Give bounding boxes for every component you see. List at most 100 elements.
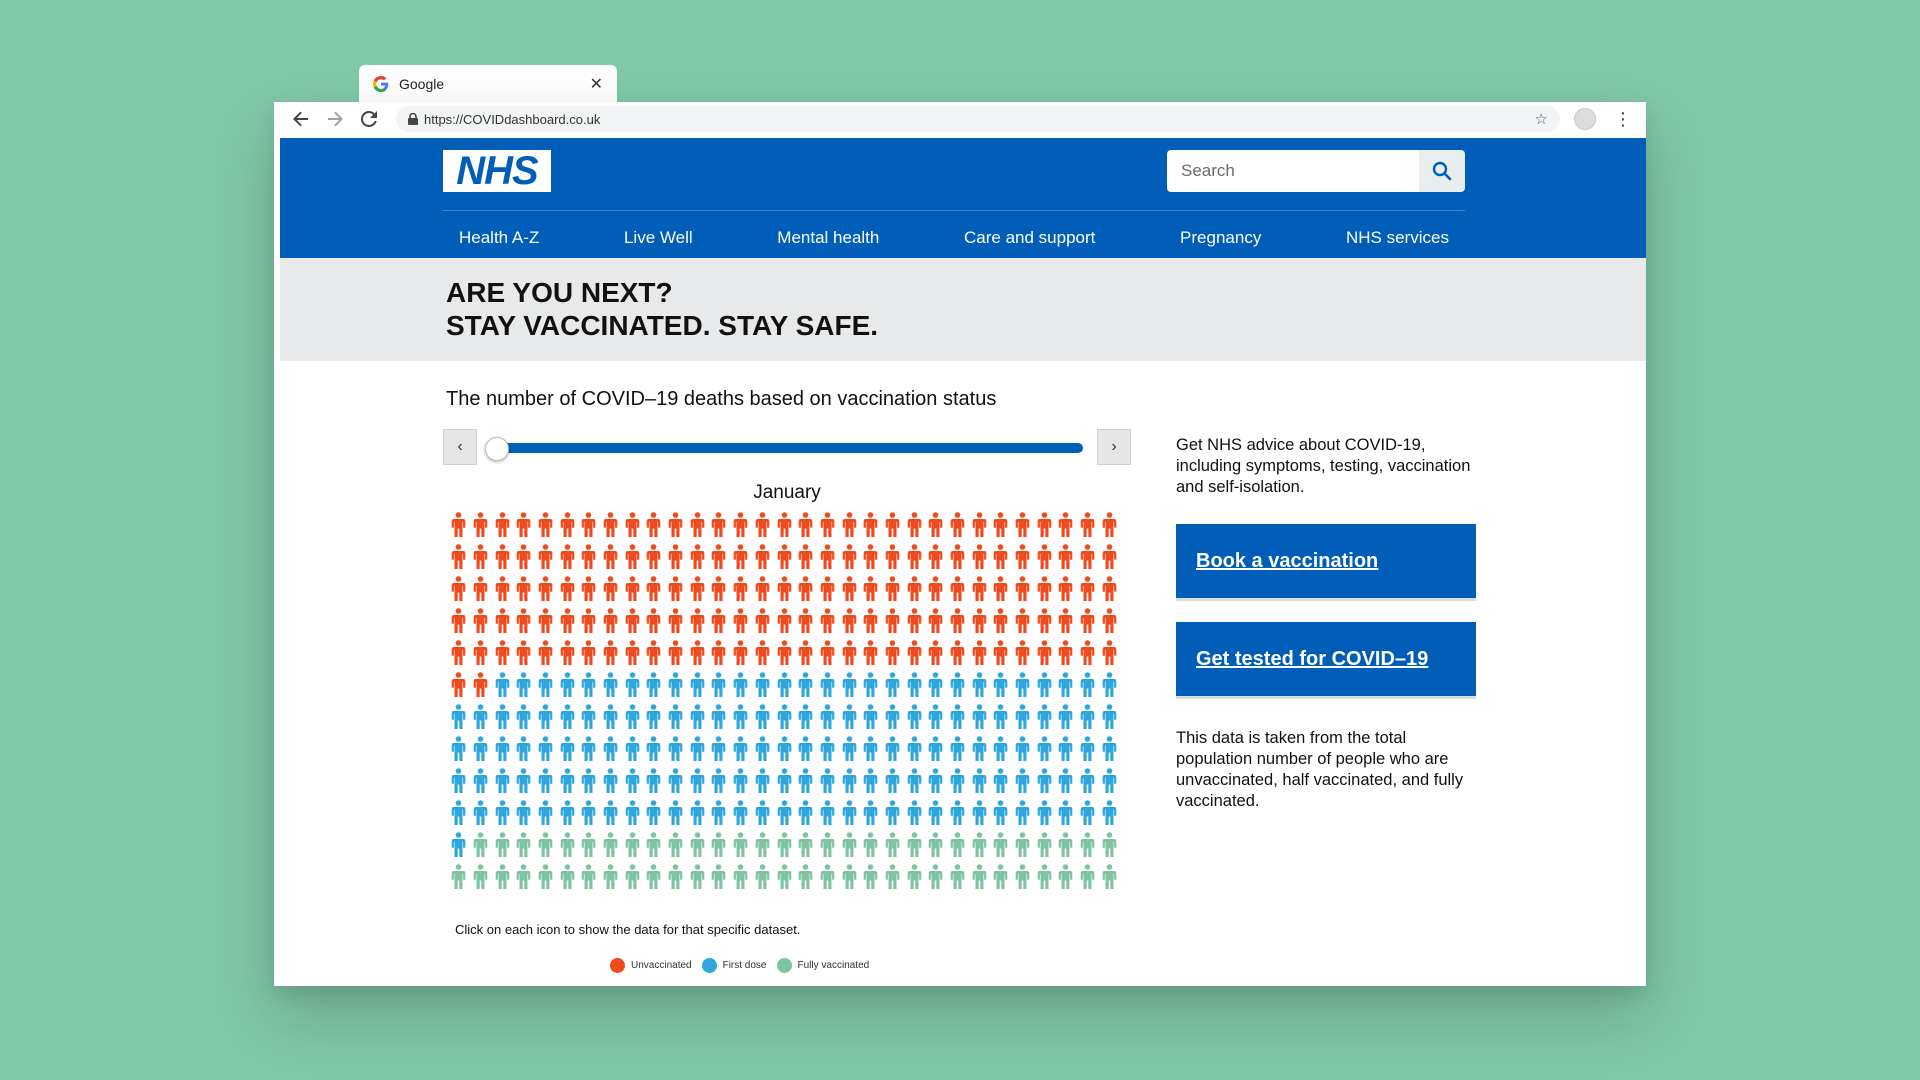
person-icon-unvaccinated[interactable] — [732, 640, 749, 666]
person-icon-first-dose[interactable] — [710, 768, 727, 794]
person-icon-first-dose[interactable] — [819, 672, 836, 698]
person-icon-unvaccinated[interactable] — [667, 544, 684, 570]
person-icon-first-dose[interactable] — [992, 704, 1009, 730]
bookmark-star-icon[interactable]: ☆ — [1535, 110, 1548, 128]
person-icon-first-dose[interactable] — [710, 672, 727, 698]
person-icon-unvaccinated[interactable] — [1079, 576, 1096, 602]
person-icon-first-dose[interactable] — [819, 768, 836, 794]
person-icon-unvaccinated[interactable] — [494, 576, 511, 602]
person-icon-unvaccinated[interactable] — [906, 576, 923, 602]
person-icon-unvaccinated[interactable] — [1036, 544, 1053, 570]
person-icon-fully-vaccinated[interactable] — [645, 832, 662, 858]
person-icon-unvaccinated[interactable] — [710, 512, 727, 538]
person-icon-first-dose[interactable] — [754, 672, 771, 698]
person-icon-unvaccinated[interactable] — [797, 640, 814, 666]
person-icon-first-dose[interactable] — [971, 672, 988, 698]
person-icon-first-dose[interactable] — [710, 704, 727, 730]
person-icon-first-dose[interactable] — [472, 800, 489, 826]
person-icon-unvaccinated[interactable] — [754, 608, 771, 634]
person-icon-first-dose[interactable] — [1079, 672, 1096, 698]
person-icon-first-dose[interactable] — [580, 736, 597, 762]
person-icon-unvaccinated[interactable] — [949, 608, 966, 634]
person-icon-first-dose[interactable] — [450, 736, 467, 762]
person-icon-fully-vaccinated[interactable] — [797, 832, 814, 858]
person-icon-first-dose[interactable] — [1036, 800, 1053, 826]
person-icon-fully-vaccinated[interactable] — [862, 864, 879, 890]
person-icon-fully-vaccinated[interactable] — [537, 864, 554, 890]
person-icon-first-dose[interactable] — [667, 736, 684, 762]
forward-arrow-icon[interactable] — [318, 106, 352, 132]
person-icon-unvaccinated[interactable] — [602, 608, 619, 634]
person-icon-first-dose[interactable] — [515, 768, 532, 794]
person-icon-first-dose[interactable] — [776, 736, 793, 762]
person-icon-first-dose[interactable] — [1036, 672, 1053, 698]
person-icon-fully-vaccinated[interactable] — [580, 864, 597, 890]
person-icon-first-dose[interactable] — [1057, 704, 1074, 730]
person-icon-first-dose[interactable] — [776, 672, 793, 698]
person-icon-fully-vaccinated[interactable] — [1079, 864, 1096, 890]
person-icon-fully-vaccinated[interactable] — [1079, 832, 1096, 858]
person-icon-first-dose[interactable] — [450, 800, 467, 826]
slider-prev-button[interactable]: ‹ — [443, 429, 477, 465]
person-icon-unvaccinated[interactable] — [819, 576, 836, 602]
person-icon-first-dose[interactable] — [1079, 736, 1096, 762]
person-icon-unvaccinated[interactable] — [580, 608, 597, 634]
person-icon-fully-vaccinated[interactable] — [906, 832, 923, 858]
person-icon-first-dose[interactable] — [667, 800, 684, 826]
person-icon-fully-vaccinated[interactable] — [971, 832, 988, 858]
person-icon-fully-vaccinated[interactable] — [689, 832, 706, 858]
address-bar[interactable]: https://COVIDdashboard.co.uk ☆ — [396, 106, 1560, 132]
person-icon-first-dose[interactable] — [797, 800, 814, 826]
slider-track[interactable] — [493, 443, 1083, 453]
person-icon-first-dose[interactable] — [862, 768, 879, 794]
person-icon-first-dose[interactable] — [494, 736, 511, 762]
person-icon-first-dose[interactable] — [472, 768, 489, 794]
person-icon-first-dose[interactable] — [689, 736, 706, 762]
person-icon-unvaccinated[interactable] — [927, 512, 944, 538]
person-icon-first-dose[interactable] — [494, 800, 511, 826]
person-icon-unvaccinated[interactable] — [754, 512, 771, 538]
person-icon-unvaccinated[interactable] — [1057, 608, 1074, 634]
person-icon-unvaccinated[interactable] — [971, 640, 988, 666]
person-icon-unvaccinated[interactable] — [732, 544, 749, 570]
person-icon-fully-vaccinated[interactable] — [1036, 864, 1053, 890]
person-icon-unvaccinated[interactable] — [992, 512, 1009, 538]
person-icon-first-dose[interactable] — [537, 672, 554, 698]
person-icon-unvaccinated[interactable] — [537, 608, 554, 634]
person-icon-unvaccinated[interactable] — [1101, 640, 1118, 666]
person-icon-unvaccinated[interactable] — [927, 608, 944, 634]
person-icon-unvaccinated[interactable] — [862, 544, 879, 570]
person-icon-first-dose[interactable] — [797, 672, 814, 698]
person-icon-first-dose[interactable] — [1101, 768, 1118, 794]
person-icon-fully-vaccinated[interactable] — [992, 864, 1009, 890]
person-icon-unvaccinated[interactable] — [971, 544, 988, 570]
person-icon-first-dose[interactable] — [602, 672, 619, 698]
person-icon-first-dose[interactable] — [1079, 704, 1096, 730]
person-icon-unvaccinated[interactable] — [1014, 576, 1031, 602]
person-icon-first-dose[interactable] — [472, 736, 489, 762]
person-icon-fully-vaccinated[interactable] — [819, 832, 836, 858]
person-icon-fully-vaccinated[interactable] — [472, 864, 489, 890]
person-icon-first-dose[interactable] — [1101, 672, 1118, 698]
person-icon-first-dose[interactable] — [472, 704, 489, 730]
person-icon-unvaccinated[interactable] — [667, 512, 684, 538]
person-icon-unvaccinated[interactable] — [689, 640, 706, 666]
person-icon-fully-vaccinated[interactable] — [537, 832, 554, 858]
person-icon-unvaccinated[interactable] — [776, 608, 793, 634]
person-icon-first-dose[interactable] — [884, 768, 901, 794]
person-icon-first-dose[interactable] — [580, 704, 597, 730]
person-icon-first-dose[interactable] — [624, 704, 641, 730]
person-icon-first-dose[interactable] — [927, 800, 944, 826]
person-icon-first-dose[interactable] — [494, 768, 511, 794]
person-icon-fully-vaccinated[interactable] — [1014, 832, 1031, 858]
person-icon-first-dose[interactable] — [537, 768, 554, 794]
person-icon-first-dose[interactable] — [841, 768, 858, 794]
person-icon-fully-vaccinated[interactable] — [797, 864, 814, 890]
person-icon-first-dose[interactable] — [732, 800, 749, 826]
person-icon-unvaccinated[interactable] — [710, 640, 727, 666]
person-icon-first-dose[interactable] — [559, 768, 576, 794]
person-icon-unvaccinated[interactable] — [559, 512, 576, 538]
person-icon-first-dose[interactable] — [992, 736, 1009, 762]
person-icon-fully-vaccinated[interactable] — [472, 832, 489, 858]
person-icon-first-dose[interactable] — [602, 800, 619, 826]
